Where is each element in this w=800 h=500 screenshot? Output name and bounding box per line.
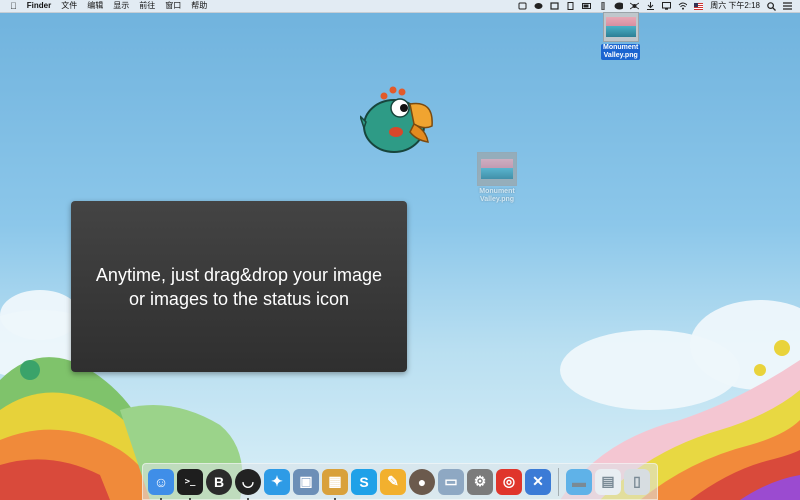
safari-icon[interactable]: ✦: [264, 468, 290, 495]
folder-icon[interactable]: ▬: [566, 468, 592, 495]
image-capture-icon[interactable]: ▭: [438, 468, 464, 495]
search-icon[interactable]: [767, 1, 776, 11]
running-indicator: [189, 497, 191, 500]
bbedit-icon[interactable]: B: [206, 468, 232, 495]
list-icon[interactable]: [783, 2, 792, 10]
dragged-file-label: Monument Valley.png: [479, 188, 515, 203]
finder-icon[interactable]: ☺: [148, 468, 174, 500]
download-icon[interactable]: [646, 2, 655, 10]
xcode-icon[interactable]: ✕: [525, 468, 551, 495]
hint-line-1: Anytime, just drag&drop your image: [95, 264, 383, 285]
hint-line-2: or images to the status icon: [128, 288, 350, 309]
menubar-clock[interactable]: 周六 下午2:18: [710, 0, 760, 12]
eye-icon[interactable]: [534, 2, 543, 10]
wifi-icon[interactable]: [678, 2, 688, 10]
menu-view[interactable]: 显示: [113, 0, 129, 12]
skype-icon[interactable]: S: [351, 468, 377, 495]
documents-icon[interactable]: ▤: [595, 468, 621, 495]
system-preferences-icon[interactable]: ⚙: [467, 468, 493, 495]
tiny-wings-bird-icon: [360, 86, 433, 153]
running-indicator: [334, 497, 336, 500]
preview-icon[interactable]: ▣: [293, 468, 319, 495]
desktop-file-label: Monument Valley.png: [601, 44, 641, 60]
trash-icon[interactable]: ▯: [624, 468, 650, 495]
cloud-icon[interactable]: [614, 2, 624, 10]
menu-bar:  Finder 文件 编辑 显示 前往 窗口 帮助 周六 下午2:18: [0, 0, 800, 13]
terminal-icon[interactable]: >_: [177, 468, 203, 500]
mustache-icon[interactable]: ◡: [235, 468, 261, 500]
dock-separator: [558, 467, 559, 496]
image-file-icon: [477, 152, 517, 186]
menu-go[interactable]: 前往: [139, 0, 155, 12]
compressor-icon[interactable]: ●: [409, 468, 435, 495]
window-icon[interactable]: [550, 2, 559, 10]
spider-icon[interactable]: [630, 2, 640, 10]
menu-edit[interactable]: 编辑: [87, 0, 103, 12]
menu-help[interactable]: 帮助: [191, 0, 207, 12]
menu-finder[interactable]: Finder: [27, 0, 51, 12]
running-indicator: [247, 497, 249, 500]
menu-window[interactable]: 窗口: [165, 0, 181, 12]
pencil-icon[interactable]: [598, 2, 607, 10]
dragged-file-monument-valley[interactable]: Monument Valley.png: [477, 152, 517, 204]
us-flag-icon[interactable]: [694, 2, 704, 10]
image-file-icon: [602, 12, 639, 42]
apple-menu-icon[interactable]: : [10, 0, 17, 12]
menu-file[interactable]: 文件: [61, 0, 77, 12]
battery-icon[interactable]: [582, 2, 592, 10]
upload-status-icon[interactable]: [518, 2, 527, 10]
dock: ☺ >_ B ◡ ✦ ▣ ▦ S ✎ ● ▭ ⚙ ◎ ✕ ▬ ▤ ▯: [142, 463, 658, 500]
photo-booth-icon[interactable]: ▦: [322, 468, 348, 500]
onboarding-hint-text: Anytime, just drag&drop your image or im…: [79, 263, 399, 311]
running-indicator: [160, 497, 162, 500]
desktop-file-monument-valley[interactable]: Monument Valley.png: [601, 12, 641, 60]
pages-icon[interactable]: ✎: [380, 468, 406, 495]
netease-music-icon[interactable]: ◎: [496, 468, 522, 495]
monitor-icon[interactable]: [662, 2, 672, 10]
onboarding-hint-panel: Anytime, just drag&drop your image or im…: [71, 201, 407, 372]
clipboard-icon[interactable]: [566, 2, 575, 10]
